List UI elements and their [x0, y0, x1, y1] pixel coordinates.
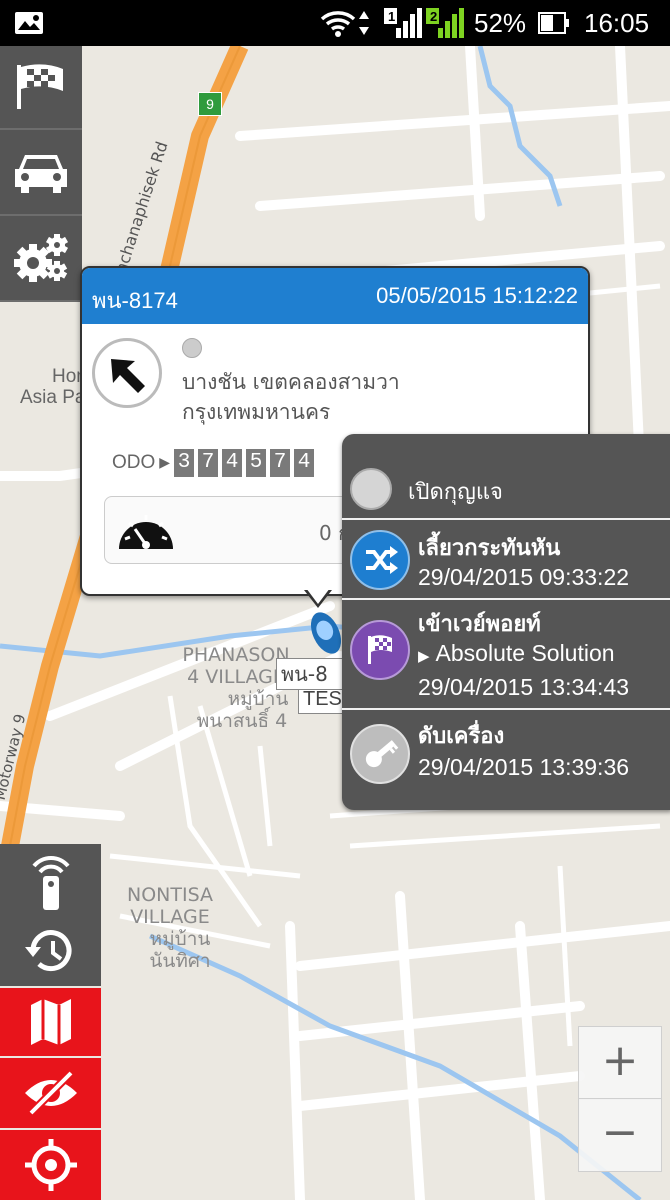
map-icon [30, 999, 71, 1045]
address-line-2: กรุงเทพมหานคร [182, 400, 331, 424]
event-title: ดับเครื่อง [418, 724, 505, 749]
event-time: 29/04/2015 13:39:36 [418, 754, 630, 780]
village-label-th-1: หมู่บ้าน [149, 928, 211, 950]
status-bar: 1 2 52% 16:05 [0, 0, 670, 46]
odo-digit: 4 [222, 449, 243, 477]
event-time: 29/04/2015 09:33:22 [418, 564, 630, 590]
play-arrow-icon: ▶ [418, 648, 430, 665]
eye-off-icon [24, 1070, 77, 1116]
gears-icon [14, 234, 69, 282]
locate-button[interactable] [0, 1130, 101, 1200]
checkered-flag-icon [17, 64, 63, 109]
event-detail-text: Absolute Solution [435, 640, 615, 666]
event-item[interactable]: ดับเครื่อง 29/04/2015 13:39:36 [342, 710, 670, 800]
popup-datetime: 05/05/2015 15:12:22 [376, 283, 578, 308]
village-label-th-2: พนาสนธิ์ 4 [196, 710, 288, 732]
remote-button[interactable] [0, 844, 101, 916]
place-label-asia: Asia Pa [20, 387, 86, 408]
vehicle-label-text-1: พน-8 [281, 662, 328, 686]
sim1-label: 1 [388, 9, 396, 24]
village-label-nontisa: NONTISA VILLAGE หมู่บ้าน นันทิศา [110, 884, 230, 972]
odo-digit: 7 [270, 449, 291, 477]
gallery-notification-icon [14, 0, 44, 46]
data-arrows-icon [358, 0, 370, 46]
vehicle-label-text-2: TES [303, 688, 342, 710]
event-title: เข้าเวย์พอยท์ [418, 612, 541, 637]
visibility-button[interactable] [0, 1058, 101, 1128]
speedometer-icon [119, 515, 173, 549]
history-icon [24, 930, 71, 972]
village-label-en-2: VILLAGE [130, 906, 210, 928]
zoom-out-button[interactable]: − [578, 1098, 662, 1172]
odo-digit: 7 [198, 449, 219, 477]
map-layer-button[interactable] [0, 988, 101, 1056]
route-number: 9 [206, 96, 214, 112]
vehicle-plate: พน-8174 [92, 288, 178, 313]
address-line-1: บางชัน เขตคลองสามวา [182, 370, 400, 394]
event-title: เลี้ยวกระทันหัน [418, 536, 561, 561]
heading-arrow-icon [92, 338, 162, 408]
vehicle-button[interactable] [0, 130, 82, 216]
odo-label: ODO [112, 452, 156, 473]
event-item[interactable]: เลี้ยวกระทันหัน 29/04/2015 09:33:22 [342, 520, 670, 596]
battery-icon [538, 0, 570, 46]
event-detail: ▶ Absolute Solution [418, 640, 615, 667]
checkpoint-flag-button[interactable] [0, 46, 82, 130]
ignition-label: เปิดกุญแจ [408, 480, 503, 505]
battery-percent: 52% [474, 8, 527, 38]
village-label-en-1: NONTISA [126, 884, 213, 906]
popup-pointer-inner [306, 588, 330, 604]
key-icon [350, 724, 410, 784]
settings-button[interactable] [0, 216, 82, 302]
vehicle-label-front[interactable]: พน-8 [276, 658, 352, 690]
zoom-in-button[interactable]: + [578, 1026, 662, 1100]
event-item[interactable]: เข้าเวย์พอยท์ ▶ Absolute Solution 29/04/2… [342, 600, 670, 708]
crosshair-icon [24, 1139, 77, 1191]
sim1-signal-icon: 1 [382, 0, 422, 46]
popup-header: พน-8174 05/05/2015 15:12:22 [82, 268, 588, 324]
event-time: 29/04/2015 13:34:43 [418, 674, 630, 700]
village-label-th-2: นันทิศา [149, 950, 211, 972]
route-shield: 9 [198, 92, 222, 116]
flag-icon [350, 620, 410, 680]
status-dot [182, 338, 202, 358]
odo-digit: 3 [174, 449, 195, 477]
odo-digit: 5 [246, 449, 267, 477]
sim2-label: 2 [430, 9, 438, 24]
odo-digit: 4 [294, 449, 315, 477]
wifi-icon [320, 0, 356, 46]
sim2-signal-icon: 2 [424, 0, 464, 46]
remote-signal-icon [31, 855, 70, 910]
vehicle-marker-icon[interactable] [306, 608, 346, 658]
odo-arrow-icon: ▶ [159, 455, 171, 471]
events-panel[interactable]: เปิดกุญแจ เลี้ยวกระทันหัน 29/04/2015 09:… [342, 434, 670, 810]
clock: 16:05 [584, 8, 650, 38]
odometer: ODO ▶ 3 7 4 5 7 4 [112, 448, 318, 478]
shuffle-icon [350, 530, 410, 590]
car-icon [15, 155, 67, 193]
ignition-dot [350, 468, 392, 510]
history-button[interactable] [0, 916, 101, 986]
